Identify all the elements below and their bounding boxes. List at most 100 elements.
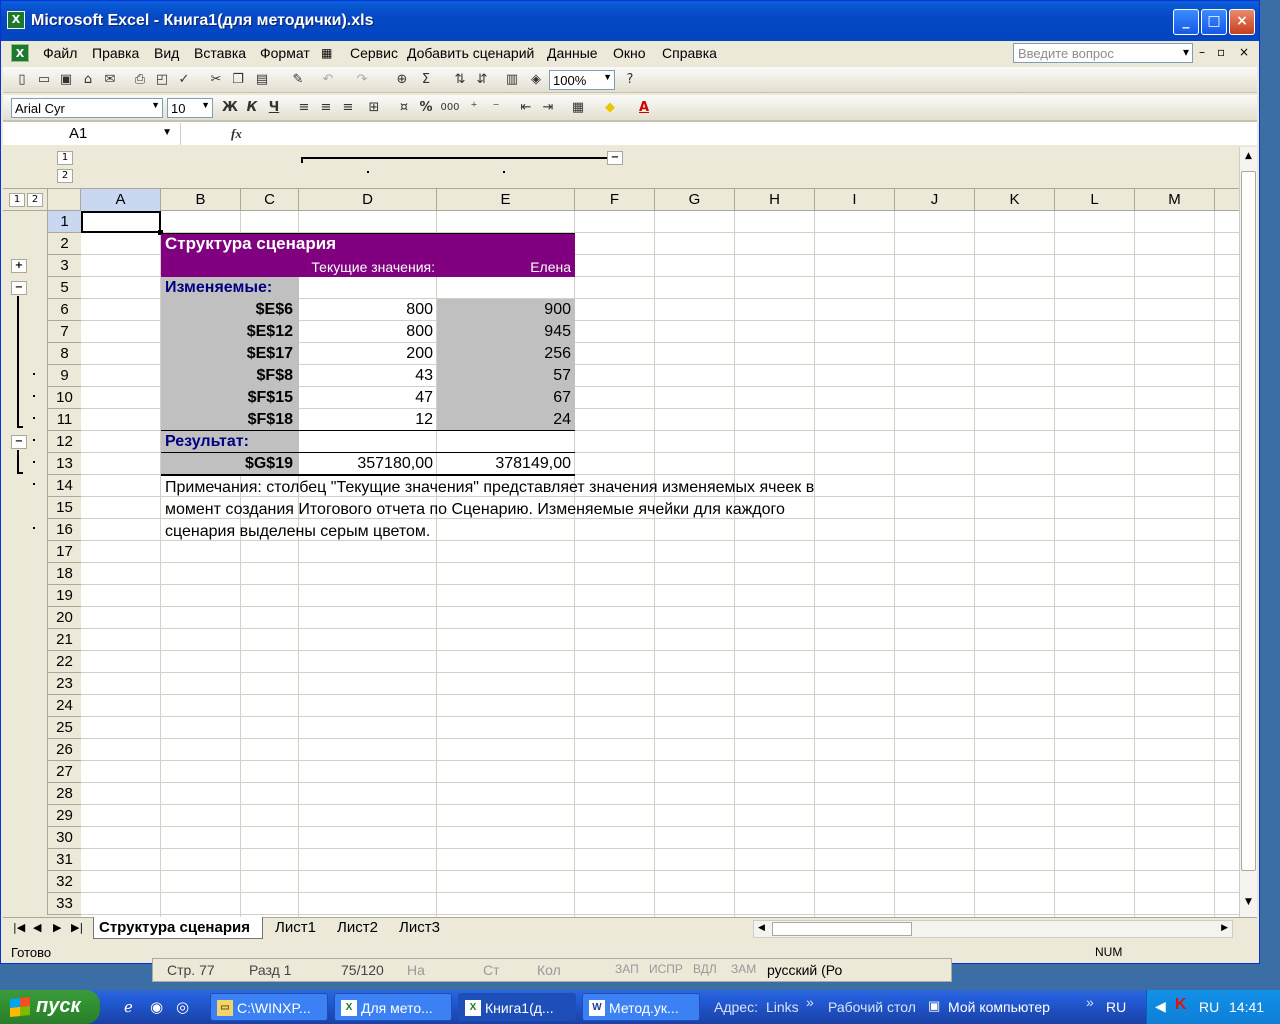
row-header[interactable]: 22 xyxy=(47,651,81,673)
select-all-corner[interactable] xyxy=(47,189,81,211)
menu-file[interactable]: Файл xyxy=(43,45,77,61)
column-header-H[interactable]: H xyxy=(735,189,815,211)
row-outline-level-1[interactable]: 1 xyxy=(9,193,25,207)
currency-icon[interactable]: ¤ xyxy=(395,99,413,117)
row-header[interactable]: 11 xyxy=(47,409,81,431)
borders-icon[interactable]: ▦ xyxy=(569,99,587,117)
next-sheet-icon[interactable]: ▶ xyxy=(53,921,61,934)
scroll-thumb[interactable] xyxy=(1241,171,1256,871)
chevron-icon[interactable]: » xyxy=(1086,994,1094,1010)
column-header-K[interactable]: K xyxy=(975,189,1055,211)
row-header[interactable]: 5 xyxy=(47,277,81,299)
my-computer-label[interactable]: Мой компьютер xyxy=(948,999,1050,1015)
redo-icon[interactable]: ↷ xyxy=(353,71,371,89)
row-header[interactable]: 32 xyxy=(47,871,81,893)
column-header-C[interactable]: C xyxy=(241,189,299,211)
sheet-tab[interactable]: Лист1 xyxy=(275,918,316,938)
row-header[interactable]: 33 xyxy=(47,893,81,915)
links-toolbar-label[interactable]: Links xyxy=(766,999,799,1015)
start-button[interactable]: пуск xyxy=(0,990,100,1024)
ask-question-input[interactable]: Введите вопрос xyxy=(1013,43,1193,63)
hscroll-thumb[interactable] xyxy=(772,922,912,936)
column-header-D[interactable]: D xyxy=(299,189,437,211)
row-header[interactable]: 28 xyxy=(47,783,81,805)
menu-window[interactable]: Окно xyxy=(613,45,646,61)
row-header[interactable]: 24 xyxy=(47,695,81,717)
desktop-toolbar-label[interactable]: Рабочий стол xyxy=(828,999,916,1015)
row-header[interactable]: 15 xyxy=(47,497,81,519)
row-header[interactable]: 20 xyxy=(47,607,81,629)
cut-icon[interactable]: ✂ xyxy=(207,71,225,89)
row-header[interactable]: 12 xyxy=(47,431,81,453)
row-header[interactable]: 23 xyxy=(47,673,81,695)
last-sheet-icon[interactable]: ▶| xyxy=(71,921,83,934)
row-header[interactable]: 8 xyxy=(47,343,81,365)
menu-view[interactable]: Вид xyxy=(154,45,179,61)
computer-icon[interactable]: ▣ xyxy=(928,998,940,1014)
font-color-icon[interactable]: A xyxy=(635,99,653,117)
task-explorer[interactable]: ▭ C:\WINXP... xyxy=(210,993,328,1021)
excel-doc-icon[interactable]: X xyxy=(11,44,29,62)
task-excel-other[interactable]: X Для мето... xyxy=(334,993,452,1021)
italic-button[interactable]: К xyxy=(243,99,261,117)
row-header[interactable]: 16 xyxy=(47,519,81,541)
formula-input[interactable] xyxy=(251,125,1251,143)
row-header[interactable]: 17 xyxy=(47,541,81,563)
row-header[interactable]: 10 xyxy=(47,387,81,409)
row-header[interactable]: 2 xyxy=(47,233,81,255)
address-toolbar-label[interactable]: Адрес: xyxy=(714,999,758,1015)
ie-icon[interactable]: ℯ xyxy=(124,998,133,1016)
save-icon[interactable]: ▣ xyxy=(57,71,75,89)
column-header-I[interactable]: I xyxy=(815,189,895,211)
row-header[interactable]: 27 xyxy=(47,761,81,783)
column-header-M[interactable]: M xyxy=(1135,189,1215,211)
row-header[interactable]: 14 xyxy=(47,475,81,497)
increase-decimal-icon[interactable]: ⁺ xyxy=(465,99,483,117)
font-select[interactable]: Arial Cyr ▼ xyxy=(11,98,163,118)
menu-tools[interactable]: Сервис xyxy=(350,45,398,61)
row-header[interactable]: 18 xyxy=(47,563,81,585)
sheet-tab[interactable]: Лист2 xyxy=(337,918,378,938)
spelling-icon[interactable]: ✓ xyxy=(175,71,193,89)
minimize-button[interactable]: _ xyxy=(1173,9,1199,35)
menu-add-scenario[interactable]: Добавить сценарий xyxy=(407,45,534,61)
undo-icon[interactable]: ↶ xyxy=(319,71,337,89)
row-header[interactable]: 19 xyxy=(47,585,81,607)
thousands-button[interactable]: 000 xyxy=(439,99,461,117)
row-header[interactable]: 1 xyxy=(47,211,81,233)
copy-icon[interactable]: ❐ xyxy=(229,71,247,89)
scroll-right-icon[interactable]: ▶ xyxy=(1221,923,1228,933)
row-outline-collapse-button[interactable]: − xyxy=(11,435,27,449)
font-size-select[interactable]: 10 ▼ xyxy=(167,98,213,118)
scroll-up-icon[interactable]: ▲ xyxy=(1241,151,1256,167)
decrease-decimal-icon[interactable]: ⁻ xyxy=(487,99,505,117)
menu-edit[interactable]: Правка xyxy=(92,45,139,61)
row-header[interactable]: 9 xyxy=(47,365,81,387)
row-header[interactable]: 30 xyxy=(47,827,81,849)
column-header-J[interactable]: J xyxy=(895,189,975,211)
zoom-select[interactable]: 100% ▼ xyxy=(549,70,615,90)
row-header[interactable]: 31 xyxy=(47,849,81,871)
language-indicator[interactable]: RU xyxy=(1106,999,1126,1015)
menu-data[interactable]: Данные xyxy=(547,45,598,61)
fill-color-icon[interactable]: ◆ xyxy=(601,99,619,117)
row-outline-expand-button[interactable]: + xyxy=(11,259,27,273)
bold-button[interactable]: Ж xyxy=(221,99,239,117)
horizontal-scrollbar[interactable]: ◀ ▶ xyxy=(753,920,1233,938)
percent-button[interactable]: % xyxy=(417,99,435,117)
row-header[interactable]: 21 xyxy=(47,629,81,651)
menu-format[interactable]: Формат xyxy=(260,45,310,61)
column-header-G[interactable]: G xyxy=(655,189,735,211)
first-sheet-icon[interactable]: |◀ xyxy=(13,921,25,934)
drawing-icon[interactable]: ◈ xyxy=(527,71,545,89)
media-player-icon[interactable]: ◉ xyxy=(150,998,163,1016)
permission-icon[interactable]: ⌂ xyxy=(79,71,97,89)
menu-insert[interactable]: Вставка xyxy=(194,45,246,61)
col-outline-level-2[interactable]: 2 xyxy=(57,169,73,183)
sheet-tab[interactable]: Лист3 xyxy=(399,918,440,938)
task-word[interactable]: W Метод.ук... xyxy=(582,993,700,1021)
menu-help[interactable]: Справка xyxy=(662,45,717,61)
task-excel-active[interactable]: X Книга1(д... xyxy=(458,993,576,1021)
row-header[interactable]: 25 xyxy=(47,717,81,739)
email-icon[interactable]: ✉ xyxy=(101,71,119,89)
